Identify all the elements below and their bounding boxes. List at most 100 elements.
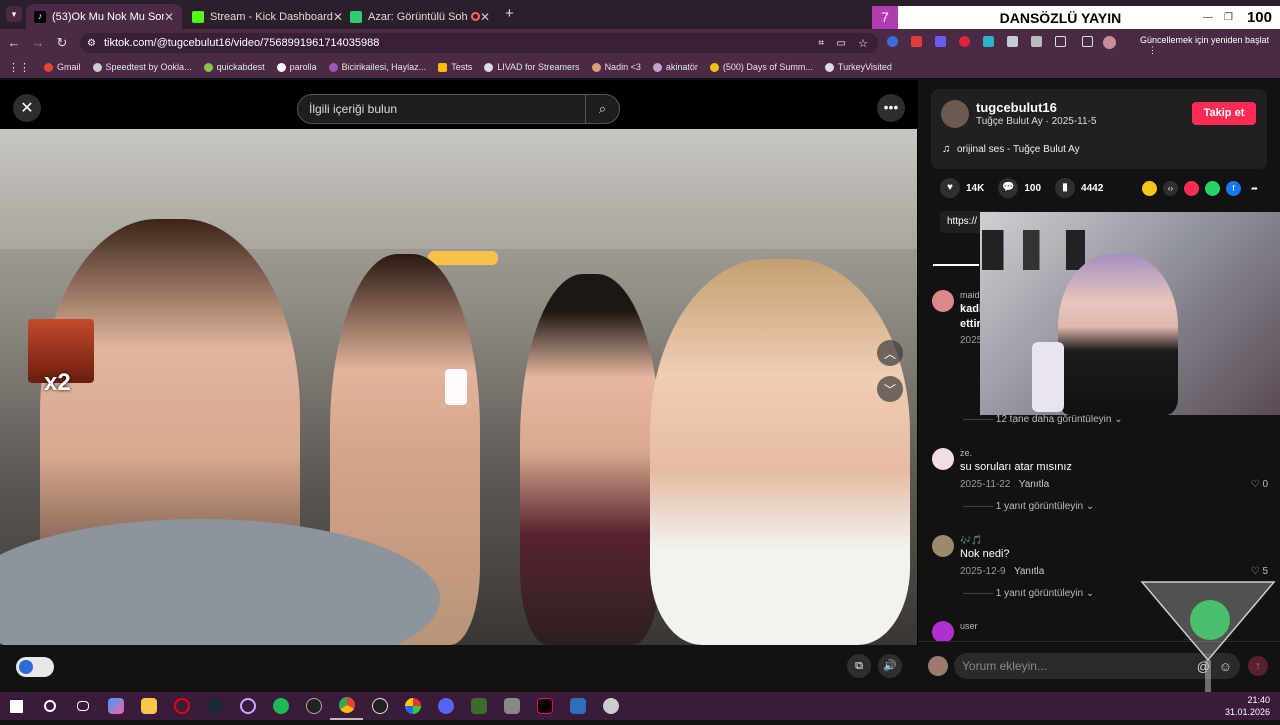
tab-azar[interactable]: Azar: Görüntülü Sohbet & V ✕	[342, 4, 498, 29]
bookmark-bicirikailesi[interactable]: Bicirikailesi, Haylaz...	[328, 62, 426, 72]
avatar[interactable]	[932, 290, 954, 312]
app-button[interactable]	[396, 692, 429, 720]
extension-icon[interactable]	[911, 36, 922, 47]
back-icon[interactable]: ←	[2, 35, 26, 50]
update-button[interactable]: Güncellemek için yeniden başlat ⋮	[1140, 35, 1280, 56]
reload-icon[interactable]: ↻	[50, 35, 74, 51]
bookmark-nadin[interactable]: Nadin <3	[591, 62, 641, 72]
previous-video-button[interactable]: ︿	[877, 340, 903, 366]
close-icon[interactable]: ✕	[164, 10, 174, 24]
url-field[interactable]: ⚙ tiktok.com/@tugcebulut16/video/7568991…	[80, 33, 878, 53]
speedtest-icon	[92, 62, 102, 72]
play-indicator[interactable]	[445, 369, 467, 405]
extension-icon[interactable]	[983, 36, 994, 47]
forward-icon[interactable]: →	[26, 35, 50, 50]
menu-icon[interactable]: ⋮	[1148, 45, 1157, 55]
clock[interactable]: 21:40 31.01.2026	[1225, 694, 1270, 718]
extension-icon[interactable]	[1007, 36, 1018, 47]
more-options-button[interactable]: •••	[877, 94, 905, 122]
start-button[interactable]	[0, 692, 33, 720]
app-button[interactable]	[594, 692, 627, 720]
bookmark-speedtest[interactable]: Speedtest by Ookla...	[92, 62, 192, 72]
reply-button[interactable]: Yanıtla	[1019, 479, 1049, 490]
app-button[interactable]	[297, 692, 330, 720]
like-button[interactable]: ♥ 14K	[940, 178, 984, 198]
whatsapp-icon[interactable]	[1205, 180, 1220, 196]
translate-icon[interactable]: ⌗	[818, 38, 824, 49]
bookmark-turkeyvisited[interactable]: TurkeyVisited	[824, 62, 892, 72]
search-button[interactable]	[33, 692, 66, 720]
reply-button[interactable]: Yanıtla	[1014, 566, 1044, 577]
tab-kick[interactable]: Stream - Kick Dashboard ✕	[184, 4, 343, 29]
discord-button[interactable]	[429, 692, 462, 720]
comment-username[interactable]: ze.	[960, 448, 972, 458]
extension-icon[interactable]	[887, 36, 898, 47]
bookmark-parolla[interactable]: parolla	[276, 62, 317, 72]
install-icon[interactable]: ▭	[837, 38, 846, 49]
bookmark-livad[interactable]: LIVAD for Streamers	[484, 62, 580, 72]
facebook-icon[interactable]: f	[1226, 180, 1241, 196]
comment-username[interactable]: user	[960, 621, 978, 631]
puzzle-icon[interactable]	[1055, 36, 1066, 47]
extension-icon[interactable]	[959, 36, 970, 47]
close-button[interactable]: ✕	[13, 94, 41, 122]
bookmark-star-icon[interactable]: ☆	[858, 37, 868, 50]
app-button[interactable]	[462, 692, 495, 720]
steam-button[interactable]	[198, 692, 231, 720]
bookmark-tests[interactable]: Tests	[438, 62, 472, 72]
bookmark-label: Tests	[451, 62, 473, 72]
spotify-button[interactable]	[264, 692, 297, 720]
pip-button[interactable]: ⧉	[847, 654, 871, 678]
comment-like[interactable]: ♡ 5	[1251, 566, 1268, 577]
tab-search-button[interactable]: ▾	[6, 6, 22, 22]
view-replies[interactable]: ——— 1 yanıt görüntüleyin ⌄	[963, 501, 1094, 512]
avatar[interactable]	[932, 621, 954, 641]
bookmark-gmail[interactable]: Gmail	[44, 62, 81, 72]
extension-icon[interactable]	[935, 36, 946, 47]
share-icon[interactable]: ➦	[1247, 181, 1262, 196]
app-button[interactable]	[165, 692, 198, 720]
view-replies[interactable]: ——— 1 yanıt görüntüleyin ⌄	[963, 588, 1094, 599]
follow-button[interactable]: Takip et	[1192, 102, 1256, 125]
avatar[interactable]	[932, 535, 954, 557]
bookmark-quickabdest[interactable]: quickabdest	[203, 62, 265, 72]
tiktok-app-button[interactable]	[528, 692, 561, 720]
close-icon[interactable]: ✕	[480, 10, 490, 24]
profile-avatar[interactable]	[1103, 36, 1116, 49]
obs-button[interactable]	[363, 692, 396, 720]
comment-username[interactable]: maid	[960, 290, 980, 300]
video-player[interactable]: x2	[0, 129, 917, 645]
view-replies[interactable]: ——— 12 tane daha görüntüleyin ⌄	[963, 414, 1123, 425]
app-button[interactable]	[231, 692, 264, 720]
copilot-button[interactable]	[99, 692, 132, 720]
tab-tiktok[interactable]: ♪ (53)Ok Mu Nok Mu Sorulari | Ti ✕	[26, 4, 182, 29]
bookmark-akinator[interactable]: akinatör	[652, 62, 698, 72]
search-icon[interactable]: ⌕	[585, 95, 619, 123]
site-info-icon[interactable]: ⚙	[87, 38, 96, 49]
avatar[interactable]	[932, 448, 954, 470]
author-avatar[interactable]	[941, 100, 969, 128]
apps-icon[interactable]: ⋮⋮	[8, 61, 30, 74]
autoplay-toggle[interactable]	[16, 657, 54, 677]
search-input[interactable]: İlgili içeriği bulun ⌕	[297, 94, 620, 124]
bookmark-500-days[interactable]: (500) Days of Summ...	[709, 62, 813, 72]
new-tab-button[interactable]: +	[505, 5, 514, 22]
file-explorer-button[interactable]	[132, 692, 165, 720]
save-button[interactable]: ▮ 4442	[1055, 178, 1103, 198]
app-button[interactable]	[561, 692, 594, 720]
music-title[interactable]: orijinal ses - Tuğçe Bulut Ay	[957, 144, 1080, 155]
volume-button[interactable]: 🔊	[878, 654, 902, 678]
chrome-button[interactable]	[330, 692, 363, 720]
media-icon[interactable]	[1082, 36, 1093, 47]
extension-icon[interactable]	[1031, 36, 1042, 47]
repost-icon[interactable]	[1142, 180, 1157, 196]
comment-username[interactable]: 🎶🎵	[960, 535, 982, 546]
app-button[interactable]	[495, 692, 528, 720]
task-view-button[interactable]	[66, 692, 99, 720]
author-username[interactable]: tugcebulut16	[976, 100, 1057, 115]
embed-icon[interactable]: ‹›	[1163, 180, 1178, 196]
next-video-button[interactable]: ﹀	[877, 376, 903, 402]
comment-like[interactable]: ♡ 0	[1251, 479, 1268, 490]
send-icon[interactable]	[1184, 180, 1199, 196]
comment-button[interactable]: 💬 100	[998, 178, 1041, 198]
